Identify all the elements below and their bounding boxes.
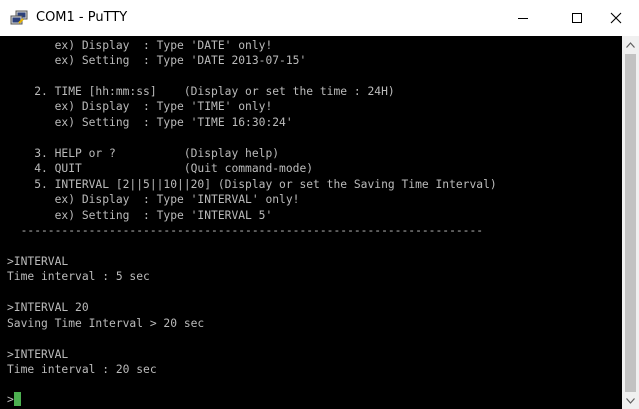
maximize-icon [572,13,582,23]
terminal-line: Saving Time Interval > 20 sec [7,317,205,330]
minimize-icon [518,18,528,19]
terminal-line: ex) Setting : Type 'TIME 16:30:24' [7,116,293,129]
terminal-line: 4. QUIT (Quit command-mode) [7,162,314,175]
terminal-line: 2. TIME [hh:mm:ss] (Display or set the t… [7,85,395,98]
title-bar[interactable]: COM1 - PuTTY [0,0,639,36]
terminal-line: ex) Display : Type 'TIME' only! [7,100,273,113]
terminal-area[interactable]: ex) Display : Type 'DATE' only! ex) Sett… [0,36,622,409]
terminal-line: ex) Display : Type 'DATE' only! [7,39,273,52]
terminal-line: ex) Setting : Type 'INTERVAL 5' [7,209,273,222]
putty-window: COM1 - PuTTY ex) Display : Type 'DATE' o… [0,0,639,409]
close-icon [610,12,622,24]
terminal-line: ----------------------------------------… [7,224,484,237]
terminal-line: ex) Setting : Type 'DATE 2013-07-15' [7,54,307,67]
terminal-line: >INTERVAL 20 [7,301,89,314]
terminal-line: ex) Display : Type 'INTERVAL' only! [7,193,300,206]
scrollbar-thumb[interactable] [625,54,636,392]
window-title: COM1 - PuTTY [36,10,128,25]
terminal-line: >INTERVAL [7,348,69,361]
terminal-line: 5. INTERVAL [2||5||10||20] (Display or s… [7,178,497,191]
chevron-up-icon [626,41,635,48]
terminal-prompt-line: > [7,393,14,406]
minimize-button[interactable] [500,0,546,36]
terminal-line: 3. HELP or ? (Display help) [7,147,280,160]
scroll-down-button[interactable] [622,392,639,409]
terminal-cursor [14,392,21,406]
terminal-line: Time interval : 20 sec [7,363,157,376]
terminal-line: >INTERVAL [7,255,69,268]
close-button[interactable] [593,0,639,36]
vertical-scrollbar[interactable] [622,36,639,409]
putty-icon[interactable] [10,10,28,26]
scroll-up-button[interactable] [622,36,639,53]
terminal-line: Time interval : 5 sec [7,270,150,283]
chevron-down-icon [626,397,635,404]
